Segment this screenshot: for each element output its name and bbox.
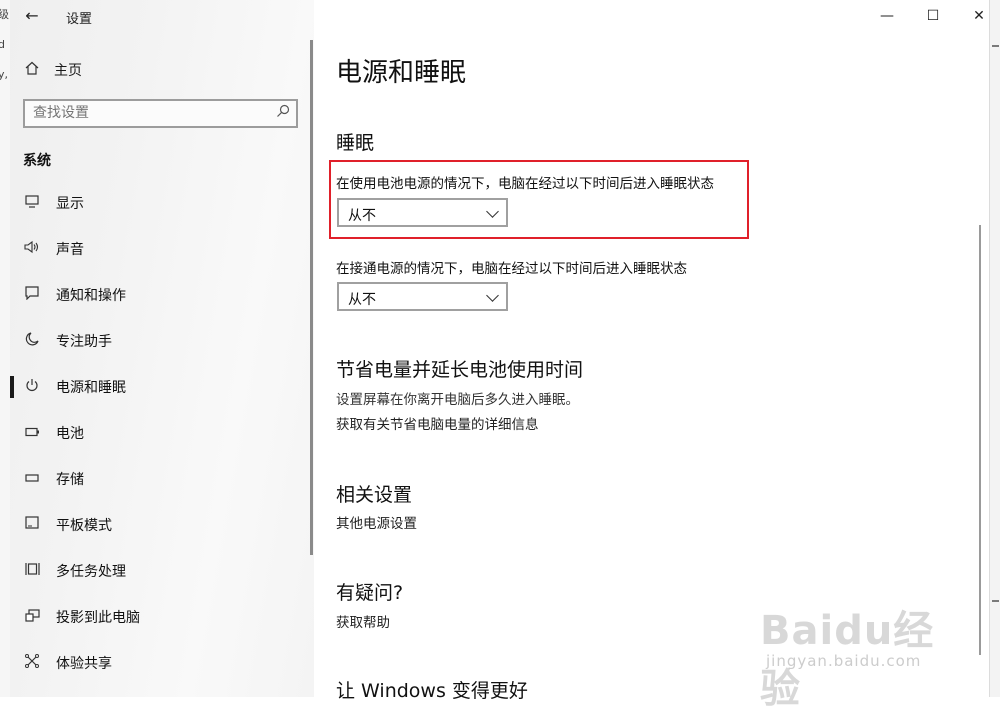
multitask-icon: [22, 562, 42, 580]
improve-windows-heading: 让 Windows 变得更好: [336, 680, 528, 702]
search-icon[interactable]: [276, 104, 290, 122]
sidebar-item-label: 投影到此电脑: [56, 610, 140, 626]
sidebar-scrollbar[interactable]: [310, 40, 313, 555]
app-title: 设置: [66, 12, 93, 27]
sidebar-item-label: 主页: [54, 63, 82, 79]
moon-icon: [22, 332, 42, 350]
sidebar-item-label: 电池: [56, 426, 84, 442]
sidebar-item-label: 存储: [56, 472, 84, 488]
sidebar-item-label: 声音: [56, 242, 84, 258]
sleep-heading: 睡眠: [336, 132, 375, 154]
power-icon: [22, 378, 42, 396]
sidebar-item-label: 体验共享: [56, 656, 112, 672]
chevron-down-icon: [486, 205, 499, 218]
save-power-heading: 节省电量并延长电池使用时间: [336, 359, 584, 381]
sidebar-item-label: 电源和睡眠: [56, 380, 126, 396]
sidebar-item-battery[interactable]: 电池: [10, 410, 314, 456]
share-icon: [22, 654, 42, 672]
sidebar-item-label: 专注助手: [56, 334, 112, 350]
bg-char: d: [0, 30, 10, 60]
plugged-sleep-dropdown[interactable]: 从不: [337, 282, 508, 311]
edge-mark: [992, 600, 999, 602]
sidebar-item-sound[interactable]: 声音: [10, 226, 314, 272]
sidebar-item-power-sleep[interactable]: 电源和睡眠: [10, 364, 314, 410]
sidebar-item-label: 平板模式: [56, 518, 112, 534]
minimize-button[interactable]: —: [864, 0, 910, 32]
page-title: 电源和睡眠: [336, 58, 467, 88]
sidebar-item-storage[interactable]: 存储: [10, 456, 314, 502]
sidebar-item-shared-experiences[interactable]: 体验共享: [10, 640, 314, 686]
sidebar-item-label: 显示: [56, 196, 84, 212]
sidebar-item-display[interactable]: 显示: [10, 180, 314, 226]
bg-char: y,: [0, 68, 9, 81]
sidebar-item-project[interactable]: 投影到此电脑: [10, 594, 314, 640]
sidebar-item-label: 通知和操作: [56, 288, 126, 304]
battery-sleep-dropdown[interactable]: 从不: [337, 198, 508, 227]
related-settings-heading: 相关设置: [336, 484, 413, 506]
sidebar-nav: 显示 声音 通知和操作 专注助手 电源和睡眠 电池 存储 平板模式 多任务处理 …: [10, 180, 314, 686]
sidebar-item-tablet-mode[interactable]: 平板模式: [10, 502, 314, 548]
sidebar-item-label: 多任务处理: [56, 564, 126, 580]
bg-char: 级: [0, 0, 10, 30]
get-help-link[interactable]: 获取帮助: [336, 611, 390, 631]
tablet-icon: [22, 516, 42, 534]
settings-window: ← 设置 主页 系统 显示 声音: [10, 0, 989, 702]
maximize-button[interactable]: ☐: [910, 0, 956, 32]
project-icon: [22, 608, 42, 626]
content-scrollbar[interactable]: [979, 225, 981, 655]
save-power-description: 设置屏幕在你离开电脑后多久进入睡眠。: [336, 392, 579, 408]
speaker-icon: [22, 240, 42, 258]
dropdown-value: 从不: [348, 292, 376, 308]
sidebar-item-focus-assist[interactable]: 专注助手: [10, 318, 314, 364]
sidebar-item-home[interactable]: 主页: [22, 56, 82, 84]
questions-heading: 有疑问?: [336, 582, 404, 604]
background-window-right-edge: [989, 0, 1000, 697]
chevron-down-icon: [486, 289, 499, 302]
dropdown-value: 从不: [348, 208, 376, 224]
message-icon: [22, 286, 42, 304]
additional-power-settings-link[interactable]: 其他电源设置: [336, 512, 417, 532]
main-content: — ☐ ✕ 电源和睡眠 睡眠 在使用电池电源的情况下，电脑在经过以下时间后进入睡…: [314, 0, 989, 702]
battery-sleep-label: 在使用电池电源的情况下，电脑在经过以下时间后进入睡眠状态: [336, 176, 714, 192]
edge-mark: [992, 45, 999, 47]
plugged-sleep-label: 在接通电源的情况下，电脑在经过以下时间后进入睡眠状态: [336, 261, 687, 277]
back-button[interactable]: ←: [18, 4, 46, 28]
search-input[interactable]: [33, 105, 263, 121]
search-box[interactable]: [23, 99, 298, 128]
storage-icon: [22, 471, 42, 487]
monitor-icon: [22, 194, 42, 212]
sidebar-item-multitasking[interactable]: 多任务处理: [10, 548, 314, 594]
sidebar-section-label: 系统: [23, 153, 51, 169]
home-icon: [22, 61, 42, 79]
battery-icon: [22, 425, 42, 441]
sidebar: ← 设置 主页 系统 显示 声音: [10, 0, 314, 697]
save-power-info-link[interactable]: 获取有关节省电脑电量的详细信息: [336, 413, 539, 433]
sidebar-item-notifications[interactable]: 通知和操作: [10, 272, 314, 318]
